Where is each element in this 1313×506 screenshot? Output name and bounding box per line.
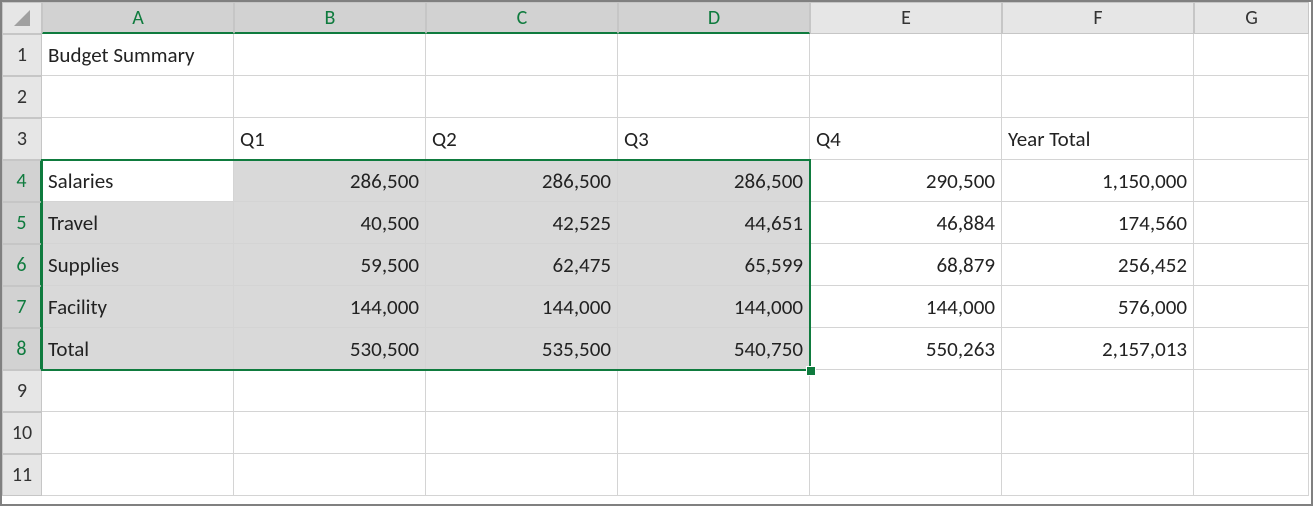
cell-G1[interactable]	[1194, 34, 1309, 76]
cell-B11[interactable]	[234, 454, 426, 496]
cell-C11[interactable]	[426, 454, 618, 496]
cell-F7[interactable]: 576,000	[1002, 286, 1194, 328]
cell-G3[interactable]	[1194, 118, 1309, 160]
col-header-F[interactable]: F	[1002, 2, 1194, 34]
cell-A9[interactable]	[42, 370, 234, 412]
cell-G5[interactable]	[1194, 202, 1309, 244]
cell-E6[interactable]: 68,879	[810, 244, 1002, 286]
cell-E5[interactable]: 46,884	[810, 202, 1002, 244]
cell-D11[interactable]	[618, 454, 810, 496]
cell-D10[interactable]	[618, 412, 810, 454]
cell-C7[interactable]: 144,000	[426, 286, 618, 328]
cell-D9[interactable]	[618, 370, 810, 412]
cell-A10[interactable]	[42, 412, 234, 454]
cell-F10[interactable]	[1002, 412, 1194, 454]
row-header-4[interactable]: 4	[2, 160, 42, 202]
cell-B1[interactable]	[234, 34, 426, 76]
cell-C6[interactable]: 62,475	[426, 244, 618, 286]
cell-E10[interactable]	[810, 412, 1002, 454]
cell-B8[interactable]: 530,500	[234, 328, 426, 370]
cell-D8[interactable]: 540,750	[618, 328, 810, 370]
cell-G4[interactable]	[1194, 160, 1309, 202]
cell-E3[interactable]: Q4	[810, 118, 1002, 160]
cell-D4[interactable]: 286,500	[618, 160, 810, 202]
cell-A1[interactable]: Budget Summary	[42, 34, 234, 76]
fill-handle[interactable]	[806, 366, 816, 376]
row-header-9[interactable]: 9	[2, 370, 42, 412]
cell-E1[interactable]	[810, 34, 1002, 76]
row-header-1[interactable]: 1	[2, 34, 42, 76]
col-header-B[interactable]: B	[234, 2, 426, 34]
cell-B7[interactable]: 144,000	[234, 286, 426, 328]
cell-G8[interactable]	[1194, 328, 1309, 370]
cell-C2[interactable]	[426, 76, 618, 118]
cell-C4[interactable]: 286,500	[426, 160, 618, 202]
cell-B4[interactable]: 286,500	[234, 160, 426, 202]
cell-C9[interactable]	[426, 370, 618, 412]
cell-B3[interactable]: Q1	[234, 118, 426, 160]
cell-G6[interactable]	[1194, 244, 1309, 286]
row-header-3[interactable]: 3	[2, 118, 42, 160]
cell-A3[interactable]	[42, 118, 234, 160]
cell-G10[interactable]	[1194, 412, 1309, 454]
cell-A7[interactable]: Facility	[42, 286, 234, 328]
cell-D2[interactable]	[618, 76, 810, 118]
cell-D3[interactable]: Q3	[618, 118, 810, 160]
cell-F9[interactable]	[1002, 370, 1194, 412]
cell-E9[interactable]	[810, 370, 1002, 412]
col-header-E[interactable]: E	[810, 2, 1002, 34]
cell-B9[interactable]	[234, 370, 426, 412]
row-header-10[interactable]: 10	[2, 412, 42, 454]
cell-A4[interactable]: Salaries	[42, 160, 234, 202]
cell-F3[interactable]: Year Total	[1002, 118, 1194, 160]
cell-A6[interactable]: Supplies	[42, 244, 234, 286]
cell-D5[interactable]: 44,651	[618, 202, 810, 244]
row-header-11[interactable]: 11	[2, 454, 42, 496]
select-all-corner[interactable]	[2, 2, 42, 34]
cell-D6[interactable]: 65,599	[618, 244, 810, 286]
spreadsheet-grid[interactable]: ABCDEFG 1234567891011 Budget SummaryQ1Q2Q3…	[2, 2, 1311, 504]
row-header-7[interactable]: 7	[2, 286, 42, 328]
cell-E4[interactable]: 290,500	[810, 160, 1002, 202]
col-header-D[interactable]: D	[618, 2, 810, 34]
col-header-G[interactable]: G	[1194, 2, 1309, 34]
cell-E8[interactable]: 550,263	[810, 328, 1002, 370]
cell-E11[interactable]	[810, 454, 1002, 496]
cell-F11[interactable]	[1002, 454, 1194, 496]
cell-B6[interactable]: 59,500	[234, 244, 426, 286]
cell-E7[interactable]: 144,000	[810, 286, 1002, 328]
col-header-A[interactable]: A	[42, 2, 234, 34]
cell-C3[interactable]: Q2	[426, 118, 618, 160]
row-header-2[interactable]: 2	[2, 76, 42, 118]
cell-D1[interactable]	[618, 34, 810, 76]
col-header-C[interactable]: C	[426, 2, 618, 34]
cell-F6[interactable]: 256,452	[1002, 244, 1194, 286]
cell-C1[interactable]	[426, 34, 618, 76]
cell-E2[interactable]	[810, 76, 1002, 118]
cell-B5[interactable]: 40,500	[234, 202, 426, 244]
cell-G9[interactable]	[1194, 370, 1309, 412]
cell-G11[interactable]	[1194, 454, 1309, 496]
cell-A8[interactable]: Total	[42, 328, 234, 370]
cell-B10[interactable]	[234, 412, 426, 454]
row-header-8[interactable]: 8	[2, 328, 42, 370]
cell-C5[interactable]: 42,525	[426, 202, 618, 244]
cell-D7[interactable]: 144,000	[618, 286, 810, 328]
cell-C8[interactable]: 535,500	[426, 328, 618, 370]
cell-F1[interactable]	[1002, 34, 1194, 76]
cell-F4[interactable]: 1,150,000	[1002, 160, 1194, 202]
row-header-5[interactable]: 5	[2, 202, 42, 244]
cell-F8[interactable]: 2,157,013	[1002, 328, 1194, 370]
cell-A11[interactable]	[42, 454, 234, 496]
cell-G7[interactable]	[1194, 286, 1309, 328]
cell-G2[interactable]	[1194, 76, 1309, 118]
cell-A5[interactable]: Travel	[42, 202, 234, 244]
cell-C10[interactable]	[426, 412, 618, 454]
row-header-6[interactable]: 6	[2, 244, 42, 286]
cell-F2[interactable]	[1002, 76, 1194, 118]
cell-A2[interactable]	[42, 76, 234, 118]
cell-B2[interactable]	[234, 76, 426, 118]
cell-F5[interactable]: 174,560	[1002, 202, 1194, 244]
